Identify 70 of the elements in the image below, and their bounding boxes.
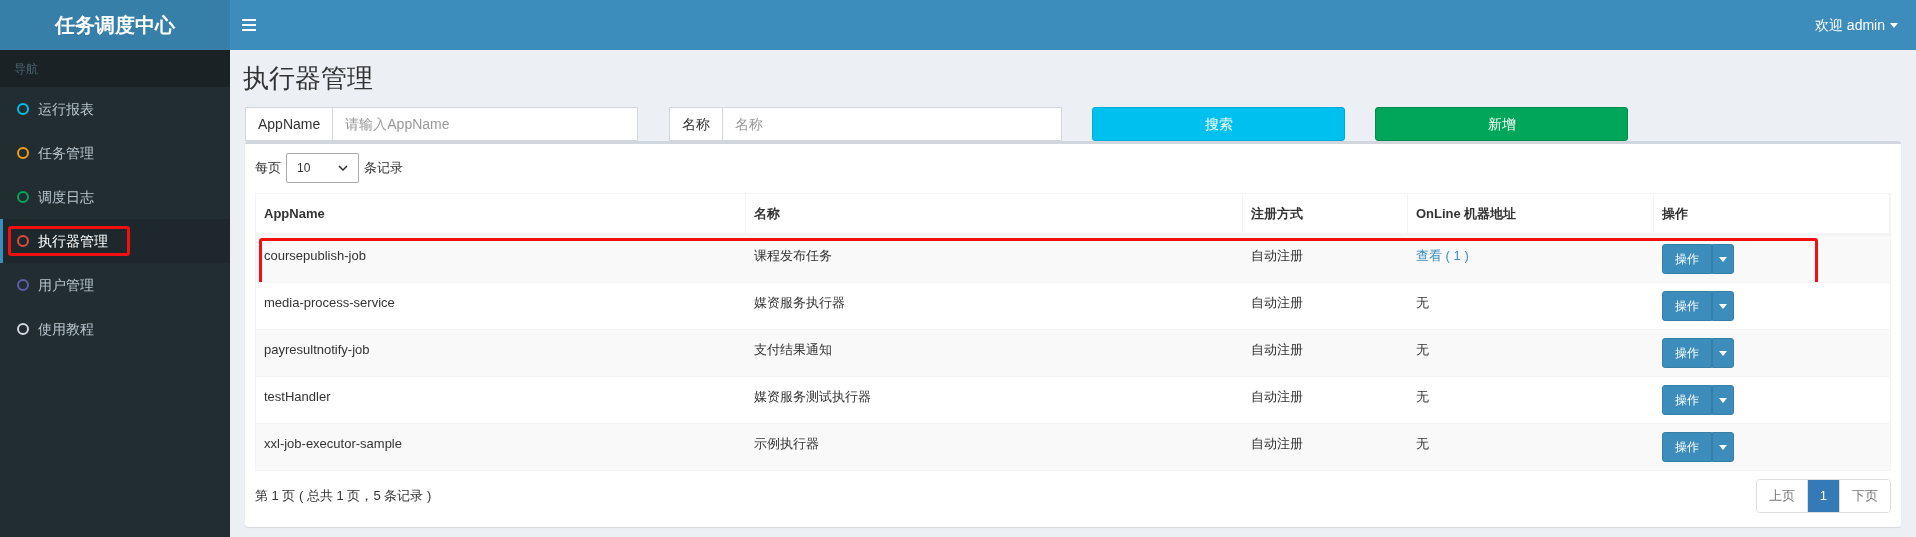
add-button[interactable]: 新增 (1375, 107, 1628, 141)
column-header: AppName (256, 194, 746, 233)
nav-label: 用户管理 (38, 275, 94, 295)
table-cell: 自动注册 (1251, 295, 1303, 310)
user-menu[interactable]: 欢迎 admin (1814, 14, 1904, 36)
nav-label: 任务管理 (38, 143, 94, 163)
action-button[interactable]: 操作 (1662, 338, 1712, 368)
dropdown-toggle[interactable] (1712, 432, 1734, 462)
caret-icon (1719, 256, 1727, 262)
dropdown-toggle[interactable] (1712, 291, 1734, 321)
table-cell: 无 (1416, 389, 1429, 404)
sidebar-item[interactable]: 执行器管理 (0, 219, 230, 263)
dropdown-toggle[interactable] (1712, 338, 1734, 368)
page-title: 执行器管理 (243, 62, 374, 94)
search-field[interactable]: 请输入AppName (333, 107, 638, 141)
sidebar-item[interactable]: 使用教程 (0, 307, 230, 351)
page-size-label: 每页 (255, 159, 281, 178)
brand-title[interactable]: 任务调度中心 (0, 0, 230, 50)
column-header: OnLine 机器地址 (1408, 194, 1654, 233)
column-header: 名称 (746, 194, 1243, 233)
nav-label: 使用教程 (38, 319, 94, 339)
caret-icon (1890, 22, 1898, 28)
table-cell: 无 (1416, 295, 1429, 310)
table-cell: 媒资服务执行器 (754, 295, 845, 310)
nav-label: 运行报表 (38, 99, 94, 119)
action-button[interactable]: 操作 (1662, 432, 1712, 462)
column-header: 操作 (1654, 194, 1890, 233)
caret-icon (1719, 303, 1727, 309)
nav-heading: 导航 (0, 50, 230, 87)
action-button[interactable]: 操作 (1662, 385, 1712, 415)
nav-label: 调度日志 (38, 187, 94, 207)
page-size-label: 条记录 (364, 159, 403, 178)
sidebar-item[interactable]: 用户管理 (0, 263, 230, 307)
machine-link[interactable]: 查看 ( 1 ) (1416, 248, 1469, 263)
table-cell: 自动注册 (1251, 389, 1303, 404)
table-cell: 课程发布任务 (754, 248, 832, 263)
field-label: 名称 (669, 107, 723, 141)
search-field[interactable]: 名称 (723, 107, 1062, 141)
table-cell: 示例执行器 (754, 436, 819, 451)
table-cell: payresultnotify-job (264, 342, 370, 357)
sidebar-item[interactable]: 运行报表 (0, 87, 230, 131)
sidebar-item[interactable]: 任务管理 (0, 131, 230, 175)
page-button[interactable]: 下页 (1839, 480, 1890, 512)
action-button[interactable]: 操作 (1662, 244, 1712, 274)
caret-icon (1719, 350, 1727, 356)
table-cell: 媒资服务测试执行器 (754, 389, 871, 404)
page-summary: 第 1 页 ( 总共 1 页，5 条记录 ) (255, 487, 432, 506)
caret-icon (1719, 397, 1727, 403)
action-button[interactable]: 操作 (1662, 291, 1712, 321)
page-button[interactable]: 1 (1806, 480, 1839, 512)
table-cell: testHandler (264, 389, 331, 404)
table-cell: 自动注册 (1251, 342, 1303, 357)
table-cell: media-process-service (264, 295, 395, 310)
page-size-select[interactable]: 10 (286, 153, 359, 183)
caret-icon (1719, 444, 1727, 450)
table-cell: 自动注册 (1251, 248, 1303, 263)
chevron-icon (338, 165, 348, 171)
table-cell: 支付结果通知 (754, 342, 832, 357)
nav-label: 执行器管理 (38, 231, 108, 251)
dropdown-toggle[interactable] (1712, 385, 1734, 415)
table-cell: coursepublish-job (264, 248, 366, 263)
sidebar-item[interactable]: 调度日志 (0, 175, 230, 219)
table-cell: 自动注册 (1251, 436, 1303, 451)
menu-icon[interactable] (242, 19, 256, 31)
table-cell: 无 (1416, 342, 1429, 357)
table-cell: 无 (1416, 436, 1429, 451)
dropdown-toggle[interactable] (1712, 244, 1734, 274)
field-label: AppName (245, 107, 334, 141)
table-cell: xxl-job-executor-sample (264, 436, 402, 451)
column-header: 注册方式 (1243, 194, 1408, 233)
